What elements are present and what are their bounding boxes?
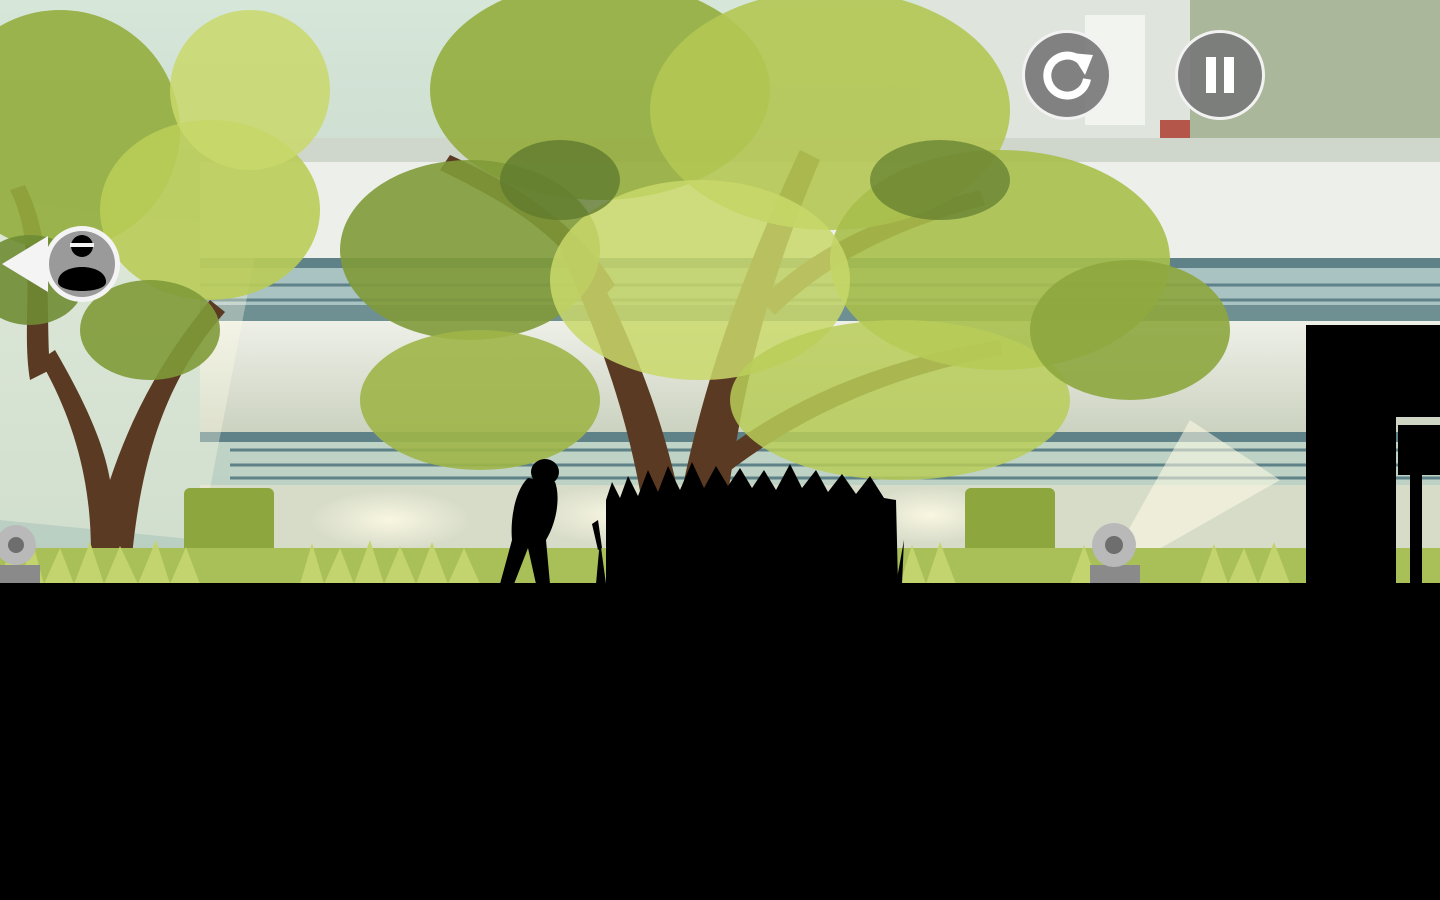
restart-icon [1043, 51, 1093, 100]
game-scene [0, 0, 1440, 900]
chaser-indicator [0, 222, 124, 306]
game-viewport[interactable] [0, 0, 1440, 900]
restart-button[interactable] [1022, 30, 1112, 120]
chaser-indicator-icon [2, 226, 120, 302]
pause-button[interactable] [1175, 30, 1265, 120]
pause-icon [1206, 57, 1234, 93]
